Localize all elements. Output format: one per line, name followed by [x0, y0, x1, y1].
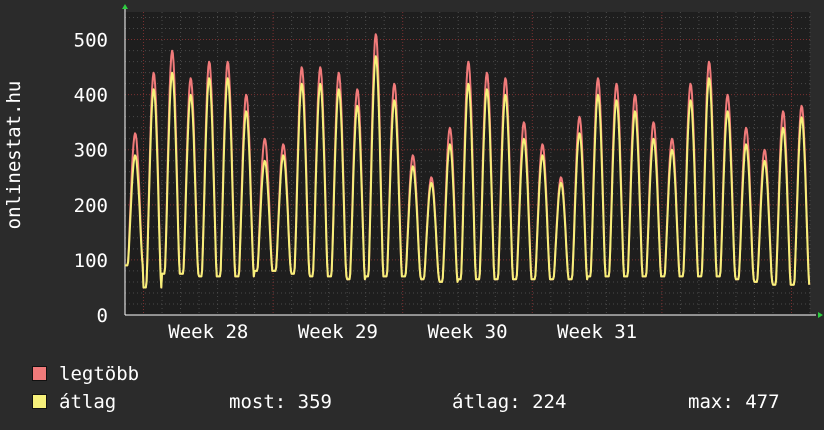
y-tick-label: 0: [97, 305, 108, 327]
stat-average: átlag: 224: [452, 391, 567, 413]
x-tick-label: Week 29: [298, 321, 378, 343]
y-tick-labels: 0 100 200 300 400 500: [74, 30, 108, 327]
y-tick-label: 200: [74, 195, 108, 217]
x-tick-label: Week 31: [557, 321, 637, 343]
time-series-chart: 0100200300400500 Week 28 Week 29 Week 30 We…: [74, 4, 823, 343]
stat-now: most: 359: [229, 391, 332, 413]
legend-item-max: legtöbb: [32, 363, 139, 385]
y-tick-label: 100: [74, 250, 108, 272]
y-axis-label: onlinestat.hu: [3, 81, 25, 230]
x-tick-labels: Week 28 Week 29 Week 30 Week 31: [168, 321, 637, 343]
x-tick-label: Week 28: [168, 321, 248, 343]
x-tick-label: Week 30: [427, 321, 507, 343]
y-tick-label: 300: [74, 140, 108, 162]
legend-label-avg: átlag: [59, 391, 117, 413]
y-axis-arrow: [122, 4, 128, 9]
legend-item-avg: átlag: [32, 391, 116, 413]
chart-grid: [124, 12, 811, 316]
svg-text:onlinestat.hu: onlinestat.hu: [3, 81, 25, 230]
stat-max: max: 477: [688, 391, 780, 413]
x-axis-arrow: [818, 312, 823, 318]
plot-background: [125, 12, 810, 315]
legend-swatch-max: [32, 366, 47, 381]
legend-label-max: legtöbb: [59, 363, 140, 385]
legend-swatch-avg: [32, 394, 47, 409]
y-tick-label: 400: [74, 85, 108, 107]
y-tick-label: 500: [74, 30, 108, 52]
